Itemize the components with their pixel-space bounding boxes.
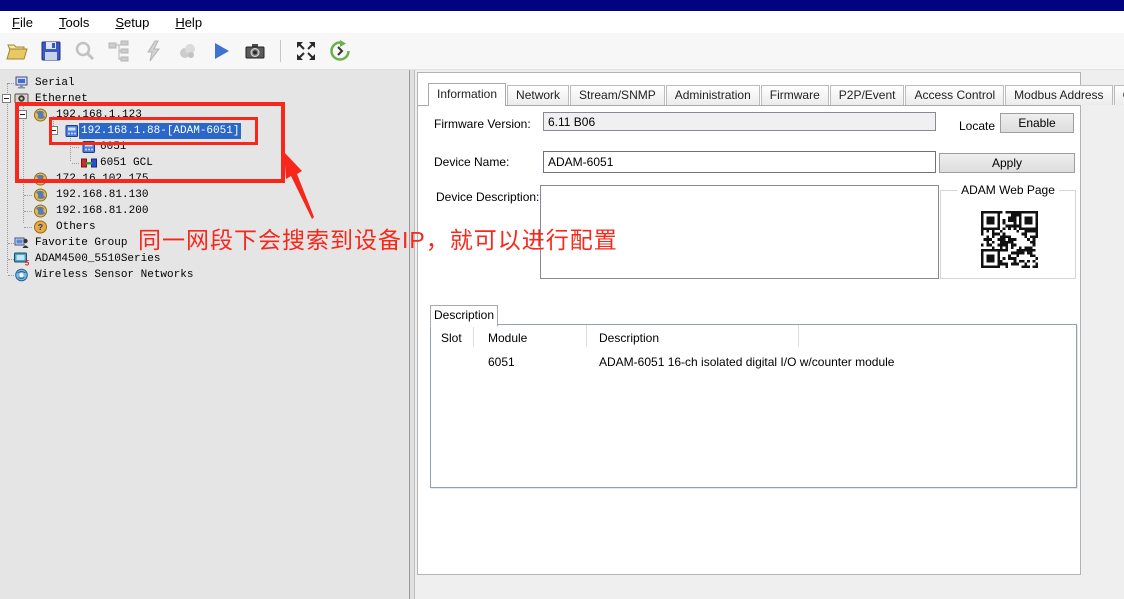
menu-help[interactable]: Help — [162, 15, 215, 30]
tree-item-serial[interactable]: Serial — [35, 75, 75, 91]
column-header-module[interactable]: Module — [488, 331, 527, 345]
tab-firmware[interactable]: Firmware — [761, 85, 829, 105]
adam4500-icon: 5 — [14, 252, 30, 266]
camera-icon[interactable] — [243, 39, 267, 63]
config-tabstrip: Information Network Stream/SNMP Administ… — [418, 84, 1080, 106]
annotation-rectangle-inner — [49, 117, 258, 145]
expand-icon[interactable] — [294, 39, 318, 63]
apply-button[interactable]: Apply — [939, 153, 1075, 173]
play-icon[interactable] — [209, 39, 233, 63]
others-question-icon: ? — [33, 220, 49, 234]
tree-item-ip-192-168-81-200[interactable]: 192.168.81.200 — [56, 203, 148, 219]
annotation-text: 同一网段下会搜索到设备IP，就可以进行配置 — [138, 221, 618, 255]
adam-web-page-title: ADAM Web Page — [957, 183, 1059, 197]
column-header-slot[interactable]: Slot — [441, 331, 462, 345]
globe-icon — [33, 188, 49, 202]
toolbar — [0, 33, 1124, 70]
firmware-version-label: Firmware Version: — [434, 117, 531, 131]
topology-icon — [107, 39, 131, 63]
open-folder-icon[interactable] — [5, 39, 29, 63]
device-name-field[interactable] — [543, 151, 936, 173]
flash-icon — [141, 39, 165, 63]
globe-icon — [33, 204, 49, 218]
tree-item-ip-192-168-81-130[interactable]: 192.168.81.130 — [56, 187, 148, 203]
column-header-description[interactable]: Description — [599, 331, 659, 345]
serial-monitor-icon — [14, 76, 30, 90]
tab-network[interactable]: Network — [507, 85, 569, 105]
tab-p2p-event[interactable]: P2P/Event — [830, 85, 905, 105]
tree-row: Wireless Sensor Networks — [0, 267, 409, 283]
tab-cloud[interactable]: Cloud — [1114, 85, 1124, 105]
device-config-panel: Information Network Stream/SNMP Administ… — [417, 72, 1081, 575]
cell-description: ADAM-6051 16-ch isolated digital I/O w/c… — [599, 355, 894, 369]
tree-row: Serial — [0, 75, 409, 91]
device-description-label: Device Description: — [436, 190, 539, 204]
tree-item-others[interactable]: Others — [56, 219, 96, 235]
tab-modbus-address[interactable]: Modbus Address — [1005, 85, 1112, 105]
save-icon[interactable] — [39, 39, 63, 63]
toolbar-separator — [280, 40, 281, 62]
window-title-bar — [0, 0, 1124, 11]
tree-item-favorite-group[interactable]: Favorite Group — [35, 235, 127, 251]
cell-module: 6051 — [488, 355, 515, 369]
locate-enable-button[interactable]: Enable — [1000, 113, 1074, 133]
tab-description[interactable]: Description — [430, 305, 498, 327]
tab-access-control[interactable]: Access Control — [905, 85, 1004, 105]
tab-administration[interactable]: Administration — [666, 85, 760, 105]
menu-tools[interactable]: Tools — [46, 15, 102, 30]
search-icon — [73, 39, 97, 63]
firmware-version-field[interactable] — [543, 112, 936, 131]
menu-file[interactable]: File — [0, 15, 46, 30]
wireless-network-icon — [14, 268, 30, 282]
panel-splitter[interactable] — [409, 70, 415, 599]
tree-row: 192.168.81.200 — [0, 203, 409, 219]
adam-web-page-group: ADAM Web Page — [940, 190, 1076, 279]
svg-text:?: ? — [38, 223, 43, 233]
expander-minus[interactable] — [2, 94, 11, 103]
device-name-label: Device Name: — [434, 155, 509, 169]
qr-code — [981, 211, 1038, 268]
svg-text:5: 5 — [25, 260, 30, 267]
menu-bar: File Tools Setup Help — [0, 11, 1124, 33]
module-list: Slot Module Description 6051 ADAM-6051 1… — [430, 324, 1077, 488]
annotation-arrow — [270, 145, 325, 225]
locate-label: Locate — [959, 119, 995, 133]
sync-icon — [175, 39, 199, 63]
tree-row: 192.168.81.130 — [0, 187, 409, 203]
refresh-icon[interactable] — [328, 39, 352, 63]
tree-item-wireless-sensor-networks[interactable]: Wireless Sensor Networks — [35, 267, 193, 283]
favorite-group-icon — [14, 236, 30, 250]
tab-stream-snmp[interactable]: Stream/SNMP — [570, 85, 665, 105]
tab-information[interactable]: Information — [428, 83, 506, 106]
menu-setup[interactable]: Setup — [102, 15, 162, 30]
